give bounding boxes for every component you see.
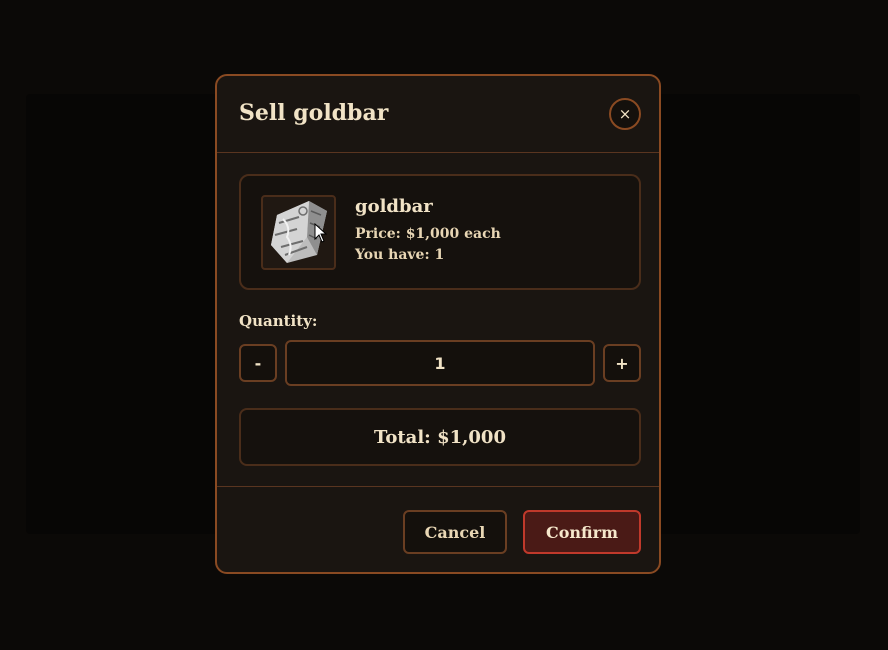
- item-price: Price: $1,000 each: [355, 226, 501, 242]
- minus-icon: -: [254, 353, 262, 373]
- quantity-label: Quantity:: [239, 312, 318, 330]
- dialog-header: Sell goldbar ×: [217, 76, 659, 153]
- quantity-input[interactable]: [285, 340, 595, 386]
- dialog-footer: Cancel Confirm: [217, 486, 659, 572]
- sell-dialog: Sell goldbar × goldbar Price: $1,000 eac…: [215, 74, 661, 574]
- item-owned-count: You have: 1: [355, 247, 445, 263]
- item-card: goldbar Price: $1,000 each You have: 1: [239, 174, 641, 290]
- confirm-button[interactable]: Confirm: [523, 510, 641, 554]
- dialog-title: Sell goldbar: [239, 100, 389, 126]
- close-button[interactable]: ×: [609, 98, 641, 130]
- cancel-button[interactable]: Cancel: [403, 510, 507, 554]
- close-icon: ×: [618, 105, 632, 123]
- quantity-increment-button[interactable]: +: [603, 344, 641, 382]
- total-box: Total: $1,000: [239, 408, 641, 466]
- goldbar-image: [261, 195, 336, 270]
- item-name: goldbar: [355, 196, 433, 217]
- total-text: Total: $1,000: [374, 426, 506, 448]
- plus-icon: +: [615, 353, 629, 373]
- quantity-decrement-button[interactable]: -: [239, 344, 277, 382]
